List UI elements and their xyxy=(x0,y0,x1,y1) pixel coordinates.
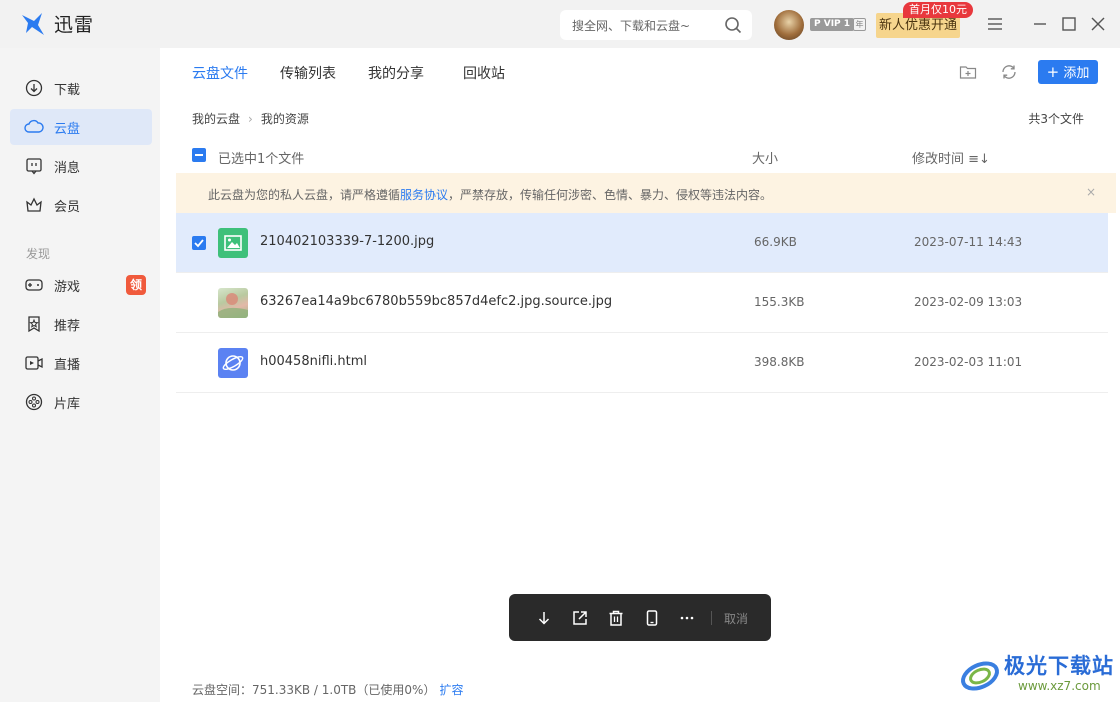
tab-recycle-bin[interactable]: 回收站 xyxy=(463,63,505,83)
member-icon xyxy=(24,195,44,215)
tab-transfer-list[interactable]: 传输列表 xyxy=(280,63,336,83)
sidebar-item-cloud[interactable]: 云盘 xyxy=(10,109,152,145)
live-icon xyxy=(24,353,44,373)
file-name[interactable]: 210402103339-7-1200.jpg xyxy=(260,234,434,249)
sidebar-item-label: 云盘 xyxy=(54,121,81,137)
sidebar-item-games[interactable]: 游戏 领 xyxy=(10,267,152,303)
add-button[interactable]: + 添加 xyxy=(1038,60,1098,84)
vip-badge: P VIP 1 xyxy=(810,18,855,31)
sidebar-item-library[interactable]: 片库 xyxy=(10,384,152,420)
watermark-url: www.xz7.com xyxy=(1018,679,1101,693)
film-reel-icon xyxy=(24,392,44,412)
title-bar: 迅雷 搜全网、下载和云盘~ P VIP 1 年 新人优惠开通 首月仅10元 xyxy=(0,0,1120,48)
file-size: 155.3KB xyxy=(754,295,805,309)
storage-usage: 云盘空间：751.33KB / 1.0TB（已使用0%） xyxy=(192,683,436,697)
notice-bar: 此云盘为您的私人云盘，请严格遵循服务协议，严禁存放，传输任何涉密、色情、暴力、侵… xyxy=(176,173,1116,213)
selection-status: 已选中1个文件 xyxy=(218,152,305,167)
file-name[interactable]: h00458nifli.html xyxy=(260,354,367,369)
download-icon xyxy=(24,78,44,98)
search-box[interactable]: 搜全网、下载和云盘~ xyxy=(560,10,752,40)
table-header: 已选中1个文件 大小 修改时间 ≡↓ xyxy=(176,140,1108,172)
service-agreement-link[interactable]: 服务协议 xyxy=(400,188,448,202)
sidebar-item-download[interactable]: 下载 xyxy=(10,70,152,106)
refresh-icon[interactable] xyxy=(1000,63,1018,81)
gamepad-icon xyxy=(24,275,44,295)
file-size: 398.8KB xyxy=(754,355,805,369)
sidebar-item-member[interactable]: 会员 xyxy=(10,187,152,223)
sidebar-item-label: 直播 xyxy=(54,357,81,373)
watermark-title: 极光下载站 xyxy=(1004,654,1114,678)
checkmark-icon xyxy=(194,239,204,248)
cloud-icon xyxy=(24,117,44,137)
sidebar-item-label: 游戏 xyxy=(54,279,81,295)
sidebar-item-live[interactable]: 直播 xyxy=(10,345,152,381)
divider xyxy=(711,611,712,625)
sidebar-item-recommend[interactable]: 推荐 xyxy=(10,306,152,342)
tab-my-shares[interactable]: 我的分享 xyxy=(368,63,424,83)
photo-thumbnail xyxy=(218,288,248,318)
file-modified-time: 2023-02-03 11:01 xyxy=(914,355,1023,369)
site-watermark: 极光下载站 www.xz7.com xyxy=(958,650,1114,698)
plus-icon: + xyxy=(1046,63,1060,81)
phone-icon[interactable] xyxy=(642,608,662,628)
size-column-header[interactable]: 大小 xyxy=(752,148,778,167)
select-all-checkbox[interactable] xyxy=(192,148,206,162)
notice-close-icon[interactable]: × xyxy=(1086,185,1096,199)
file-modified-time: 2023-02-09 13:03 xyxy=(914,295,1023,309)
maximize-icon[interactable] xyxy=(1059,14,1079,34)
avatar[interactable] xyxy=(774,10,804,40)
tab-cloud-files[interactable]: 云盘文件 xyxy=(192,63,248,83)
file-count: 共3个文件 xyxy=(1028,112,1084,126)
menu-icon[interactable] xyxy=(985,14,1005,34)
minimize-icon[interactable] xyxy=(1030,14,1050,34)
breadcrumb-root[interactable]: 我的云盘 xyxy=(192,110,240,127)
breadcrumb: 我的云盘 › 我的资源 xyxy=(192,110,309,127)
row-checkbox[interactable] xyxy=(192,236,206,250)
selection-action-bar: 取消 xyxy=(509,594,771,641)
sidebar-item-label: 消息 xyxy=(54,160,81,176)
chevron-right-icon: › xyxy=(248,111,253,126)
sidebar-item-label: 下载 xyxy=(54,82,81,98)
file-modified-time: 2023-07-11 14:43 xyxy=(914,235,1023,249)
table-row[interactable]: 210402103339-7-1200.jpg 66.9KB 2023-07-1… xyxy=(176,213,1108,273)
discover-section-label: 发现 xyxy=(26,247,51,261)
search-icon[interactable] xyxy=(724,16,742,34)
promo-tag: 首月仅10元 xyxy=(903,2,973,18)
more-icon[interactable] xyxy=(677,608,697,628)
cancel-selection-button[interactable]: 取消 xyxy=(724,610,748,627)
modified-time-column-header[interactable]: 修改时间 ≡↓ xyxy=(912,148,990,167)
sidebar-item-label: 会员 xyxy=(54,199,81,215)
claim-badge[interactable]: 领 xyxy=(126,275,146,295)
sidebar-item-label: 推荐 xyxy=(54,318,81,334)
vip-period-badge: 年 xyxy=(853,18,866,31)
table-row[interactable]: h00458nifli.html 398.8KB 2023-02-03 11:0… xyxy=(176,333,1108,393)
app-logo: 迅雷 xyxy=(20,10,94,37)
breadcrumb-current: 我的资源 xyxy=(260,112,309,126)
image-file-icon xyxy=(218,228,248,258)
sidebar: 下载 云盘 消息 会员 发现 游戏 领 推荐 直播 片库 xyxy=(0,48,160,702)
search-input[interactable]: 搜全网、下载和云盘~ xyxy=(572,17,690,34)
table-row[interactable]: 63267ea14a9bc6780b559bc857d4efc2.jpg.sou… xyxy=(176,273,1108,333)
message-icon xyxy=(24,156,44,176)
close-icon[interactable] xyxy=(1088,14,1108,34)
html-file-icon xyxy=(218,348,248,378)
star-icon xyxy=(24,314,44,334)
file-size: 66.9KB xyxy=(754,235,797,249)
sidebar-item-messages[interactable]: 消息 xyxy=(10,148,152,184)
storage-info: 云盘空间：751.33KB / 1.0TB（已使用0%） 扩容 xyxy=(192,681,463,698)
expand-storage-link[interactable]: 扩容 xyxy=(439,683,463,697)
app-name: 迅雷 xyxy=(54,14,95,36)
watermark-logo-icon xyxy=(961,661,999,691)
share-icon[interactable] xyxy=(570,608,590,628)
notice-text: 此云盘为您的私人云盘，请严格遵循服务协议，严禁存放，传输任何涉密、色情、暴力、侵… xyxy=(208,188,773,202)
sidebar-item-label: 片库 xyxy=(54,396,81,412)
thunder-bird-icon xyxy=(22,12,44,35)
file-name[interactable]: 63267ea14a9bc6780b559bc857d4efc2.jpg.sou… xyxy=(260,294,612,309)
download-icon[interactable] xyxy=(534,608,554,628)
delete-icon[interactable] xyxy=(606,608,626,628)
new-folder-icon[interactable] xyxy=(959,63,977,81)
